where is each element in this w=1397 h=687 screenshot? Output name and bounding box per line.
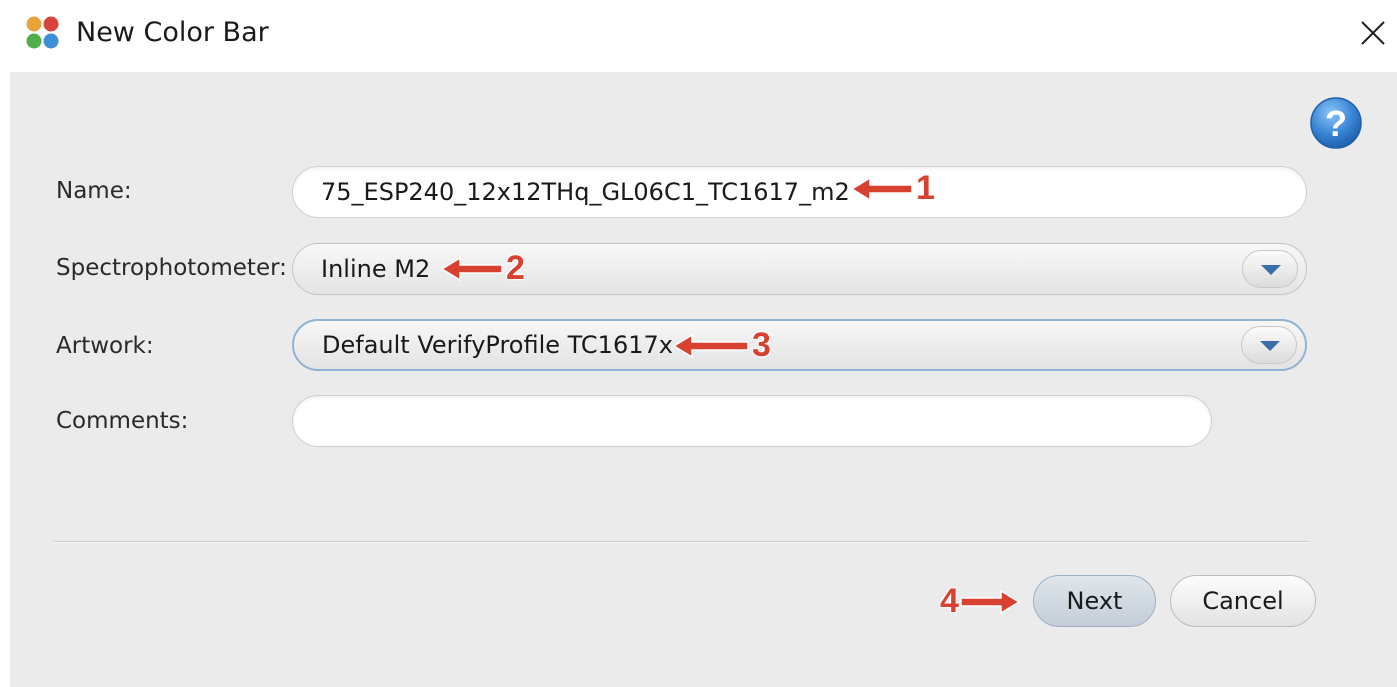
artwork-value: Default VerifyProfile TC1617x	[322, 331, 673, 359]
chevron-down-icon	[1261, 265, 1281, 275]
arrow-left-icon	[440, 256, 503, 281]
spectrophotometer-dropdown-button[interactable]	[1242, 250, 1298, 288]
name-label: Name:	[56, 178, 132, 204]
annotation-4: 4	[940, 582, 1021, 621]
color-dots-icon	[24, 14, 64, 54]
artwork-select[interactable]: Default VerifyProfile TC1617x	[292, 319, 1307, 371]
name-input[interactable]: 75_ESP240_12x12THq_GL06C1_TC1617_m2	[292, 166, 1307, 218]
spectrophotometer-label: Spectrophotometer:	[56, 255, 287, 281]
annotation-number: 2	[506, 249, 525, 287]
help-icon[interactable]: ?	[1308, 96, 1364, 152]
footer-separator	[54, 541, 1308, 543]
close-icon[interactable]	[1356, 16, 1390, 50]
annotation-number: 3	[752, 326, 771, 364]
artwork-dropdown-button[interactable]	[1241, 326, 1297, 364]
comments-label: Comments:	[56, 408, 189, 434]
annotation-number: 1	[916, 169, 935, 207]
window-title: New Color Bar	[76, 17, 269, 48]
dialog-window: New Color Bar ? Name: 75_ESP240_12x12THq…	[0, 0, 1397, 687]
annotation-number: 4	[940, 582, 959, 620]
annotation-2: 2	[440, 249, 525, 288]
annotation-3: 3	[672, 326, 771, 365]
svg-text:?: ?	[1325, 103, 1347, 144]
arrow-right-icon	[960, 589, 1021, 614]
title-bar: New Color Bar	[0, 0, 1397, 72]
chevron-down-icon	[1260, 341, 1280, 351]
next-button[interactable]: Next	[1033, 575, 1156, 627]
comments-input[interactable]	[292, 395, 1212, 447]
artwork-label: Artwork:	[56, 333, 154, 359]
cancel-button[interactable]: Cancel	[1170, 575, 1316, 627]
arrow-left-icon	[672, 333, 749, 358]
arrow-left-icon	[850, 176, 913, 201]
annotation-1: 1	[850, 169, 935, 208]
name-input-value: 75_ESP240_12x12THq_GL06C1_TC1617_m2	[321, 178, 850, 206]
spectrophotometer-value: Inline M2	[321, 255, 431, 283]
